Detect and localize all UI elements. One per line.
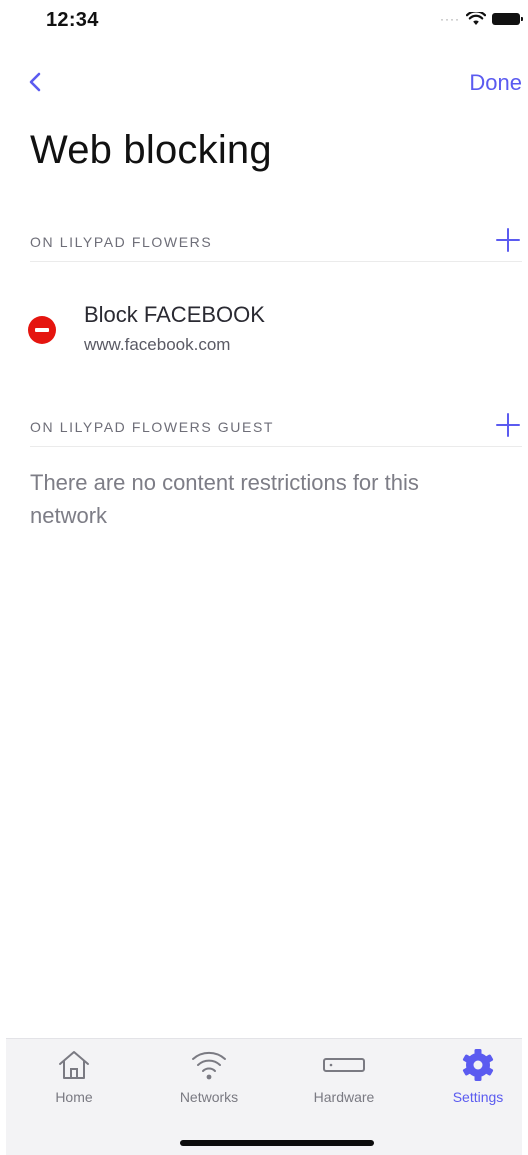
battery-icon: [492, 13, 523, 25]
empty-state-message: There are no content restrictions for th…: [30, 470, 419, 528]
rule-title: Block FACEBOOK: [84, 302, 265, 327]
section-label: ON LILYPAD FLOWERS: [30, 234, 213, 250]
status-bar: 12:34 ····: [0, 0, 528, 44]
signal-icon: ····: [440, 12, 460, 26]
wifi-icon: [192, 1051, 226, 1080]
router-icon: [323, 1058, 365, 1072]
plus-icon: [496, 413, 520, 437]
tab-hardware[interactable]: Hardware: [294, 1047, 394, 1117]
home-icon: [59, 1051, 89, 1079]
section-header-lilypad-flowers-guest: ON LILYPAD FLOWERS GUEST: [30, 407, 522, 447]
rule-url: www.facebook.com: [84, 335, 231, 354]
section-label: ON LILYPAD FLOWERS GUEST: [30, 419, 275, 435]
tab-label: Settings: [452, 1089, 504, 1105]
tab-settings[interactable]: Settings: [428, 1047, 528, 1117]
status-icons: ····: [440, 12, 523, 26]
tab-label: Networks: [179, 1089, 239, 1105]
tab-label: Home: [55, 1089, 93, 1105]
status-time: 12:34: [46, 9, 99, 31]
chevron-left-icon: [29, 72, 41, 92]
remove-rule-icon[interactable]: [28, 316, 56, 344]
wifi-status-icon: [466, 12, 486, 25]
add-rule-button[interactable]: [496, 228, 520, 252]
section-header-lilypad-flowers: ON LILYPAD FLOWERS: [30, 222, 522, 262]
gear-icon: [462, 1049, 494, 1081]
add-rule-button[interactable]: [496, 413, 520, 437]
tab-networks[interactable]: Networks: [159, 1047, 259, 1117]
home-indicator[interactable]: [180, 1140, 374, 1146]
done-button[interactable]: Done: [469, 70, 522, 96]
page-title: Web blocking: [30, 128, 272, 172]
tab-home[interactable]: Home: [24, 1047, 124, 1117]
plus-icon: [496, 228, 520, 252]
tab-bar: Home Networks Hardware Settings: [6, 1038, 522, 1155]
tab-label: Hardware: [313, 1089, 375, 1105]
web-blocking-screen: 12:34 ···· Done Web blocking ON LILYPAD …: [0, 0, 528, 1155]
back-button[interactable]: [24, 68, 48, 96]
